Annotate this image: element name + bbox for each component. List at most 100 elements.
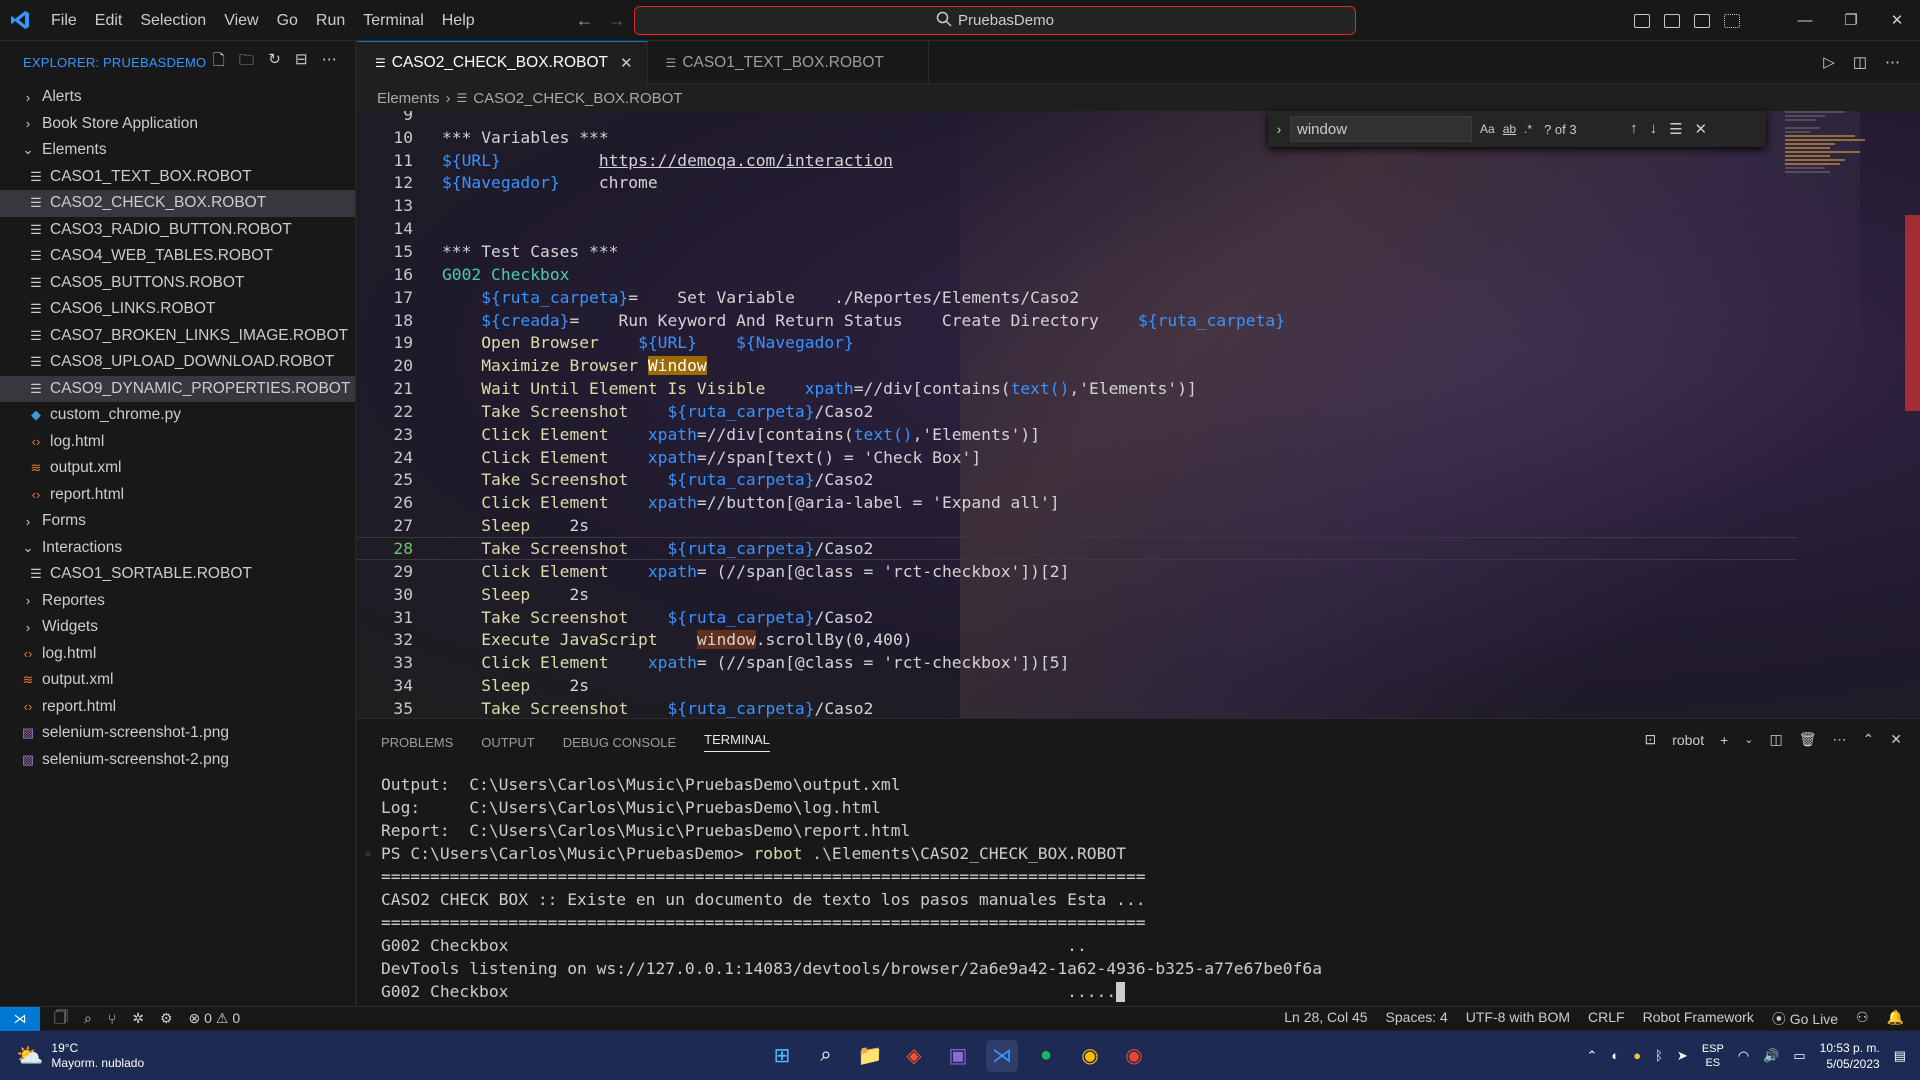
vscode-taskbar-icon[interactable]: ⋊ xyxy=(986,1039,1018,1072)
code-line[interactable]: 15 *** Test Cases *** xyxy=(357,240,1797,263)
tab-terminal[interactable]: TERMINAL xyxy=(704,732,770,752)
new-file-icon[interactable]: 🗋 xyxy=(213,50,225,75)
folder-item[interactable]: › Widgets xyxy=(0,614,355,641)
file-item[interactable]: ☰ CASO6_LINKS.ROBOT xyxy=(0,296,355,323)
tab-caso2-check-box[interactable]: ☰ CASO2_CHECK_BOX.ROBOT ✕ xyxy=(357,41,648,84)
file-item[interactable]: ☰ CASO9_DYNAMIC_PROPERTIES.ROBOT xyxy=(0,375,355,402)
tab-output[interactable]: OUTPUT xyxy=(481,735,534,750)
folder-item[interactable]: › Alerts xyxy=(0,84,355,111)
code-line[interactable]: 35 Take Screenshot ${ruta_carpeta}/Caso2 xyxy=(357,697,1797,718)
file-item[interactable]: ‹› log.html xyxy=(0,429,355,456)
back-arrow-icon[interactable]: ← xyxy=(576,10,594,31)
find-in-selection-icon[interactable]: ☰ xyxy=(1669,120,1682,138)
bluetooth-icon[interactable]: ᛒ xyxy=(1655,1048,1663,1063)
file-item[interactable]: ‹› log.html xyxy=(0,641,355,668)
toggle-sidebar-icon[interactable] xyxy=(1634,13,1650,28)
folder-item[interactable]: › Book Store Application xyxy=(0,111,355,138)
spotify-icon[interactable]: ● xyxy=(1030,1040,1062,1072)
notification-center-icon[interactable]: ▤ xyxy=(1894,1048,1906,1064)
chrome-icon[interactable]: ◉ xyxy=(1074,1040,1106,1072)
tray-app-icon[interactable]: ◐ xyxy=(1611,1048,1619,1063)
menu-help[interactable]: Help xyxy=(433,0,484,41)
file-item[interactable]: ☰ CASO1_SORTABLE.ROBOT xyxy=(0,561,355,588)
weather-widget[interactable]: ⛅ 19°C Mayorm. nublado xyxy=(0,1041,144,1071)
file-item[interactable]: ☰ CASO4_WEB_TABLES.ROBOT xyxy=(0,243,355,270)
scrollbar-thumb[interactable] xyxy=(1905,215,1920,411)
more-actions-icon[interactable]: ⋯ xyxy=(322,50,337,75)
new-folder-icon[interactable]: 🗀 xyxy=(239,50,254,75)
refresh-icon[interactable]: ↻ xyxy=(268,50,281,75)
language-indicator[interactable]: ESP ES xyxy=(1702,1042,1724,1070)
folder-item[interactable]: ⌄ Elements xyxy=(0,137,355,164)
menu-file[interactable]: File xyxy=(42,0,86,41)
code-line[interactable]: 18 ${creada}= Run Keyword And Return Sta… xyxy=(357,309,1797,332)
menu-run[interactable]: Run xyxy=(307,0,354,41)
cursor-position[interactable]: Ln 28, Col 45 xyxy=(1284,1009,1367,1029)
code-line[interactable]: 11 ${URL} https://demoqa.com/interaction xyxy=(357,149,1797,172)
file-item[interactable]: ☰ CASO3_RADIO_BUTTON.ROBOT xyxy=(0,217,355,244)
chevron-down-icon[interactable]: ⌄ xyxy=(1744,733,1753,746)
wifi-icon[interactable]: ◠ xyxy=(1738,1048,1749,1064)
code-line[interactable]: 17 ${ruta_carpeta}= Set Variable ./Repor… xyxy=(357,286,1797,309)
code-line[interactable]: 13 xyxy=(357,194,1797,217)
file-explorer-icon[interactable]: 📁 xyxy=(854,1040,886,1072)
extensions-icon[interactable]: ⚙ xyxy=(160,1010,173,1027)
language-mode[interactable]: Robot Framework xyxy=(1643,1009,1754,1029)
brave-browser-icon[interactable]: ◈ xyxy=(898,1040,930,1072)
breadcrumb-file[interactable]: CASO2_CHECK_BOX.ROBOT xyxy=(473,90,682,107)
menu-edit[interactable]: Edit xyxy=(86,0,132,41)
find-input[interactable]: window xyxy=(1290,116,1472,142)
terminal-name[interactable]: robot xyxy=(1672,732,1704,748)
vscode-logo-icon[interactable] xyxy=(0,0,40,41)
file-item[interactable]: ☰ CASO5_BUTTONS.ROBOT xyxy=(0,270,355,297)
close-window-icon[interactable]: ✕ xyxy=(1874,0,1920,41)
volume-icon[interactable]: 🔊 xyxy=(1763,1048,1779,1064)
code-line[interactable]: 12 ${Navegador} chrome xyxy=(357,172,1797,195)
search-icon[interactable]: ⌕ xyxy=(810,1040,842,1072)
previous-match-icon[interactable]: ↑ xyxy=(1630,120,1638,138)
match-whole-word-icon[interactable]: ab xyxy=(1503,122,1516,136)
tab-problems[interactable]: PROBLEMS xyxy=(381,735,453,750)
problems-indicator[interactable]: ⊗ 0 ⚠ 0 xyxy=(189,1010,241,1027)
search-icon[interactable]: ⌕ xyxy=(84,1010,92,1027)
battery-icon[interactable]: ▭ xyxy=(1793,1048,1805,1064)
end-of-line[interactable]: CRLF xyxy=(1588,1009,1625,1029)
code-line[interactable]: 24 Click Element xpath=//span[text() = '… xyxy=(357,446,1797,469)
collapse-all-icon[interactable]: ⊟ xyxy=(295,50,308,75)
maximize-panel-icon[interactable]: ⌃ xyxy=(1863,731,1875,748)
file-item[interactable]: ▨ selenium-screenshot-2.png xyxy=(0,747,355,774)
code-line[interactable]: 20 Maximize Browser Window xyxy=(357,354,1797,377)
forward-arrow-icon[interactable]: → xyxy=(608,10,626,31)
file-item[interactable]: ‹› report.html xyxy=(0,482,355,509)
encoding[interactable]: UTF-8 with BOM xyxy=(1466,1009,1570,1029)
file-item[interactable]: ☰ CASO2_CHECK_BOX.ROBOT xyxy=(0,190,355,217)
go-live-button[interactable]: ⦿ Go Live xyxy=(1772,1009,1838,1029)
chrome-icon-2[interactable]: ◉ xyxy=(1118,1040,1150,1072)
run-icon[interactable]: ▷ xyxy=(1823,53,1835,71)
folder-item[interactable]: › Reportes xyxy=(0,588,355,615)
code-line[interactable]: 26 Click Element xpath=//button[@aria-la… xyxy=(357,491,1797,514)
code-line[interactable]: 27 Sleep 2s xyxy=(357,514,1797,537)
chevron-up-icon[interactable]: ⌃ xyxy=(1586,1048,1597,1064)
indentation[interactable]: Spaces: 4 xyxy=(1386,1009,1448,1029)
code-line[interactable]: 31 Take Screenshot ${ruta_carpeta}/Caso2 xyxy=(357,606,1797,629)
code-line[interactable]: 21 Wait Until Element Is Visible xpath=/… xyxy=(357,377,1797,400)
tab-caso1-text-box[interactable]: ☰ CASO1_TEXT_BOX.ROBOT xyxy=(648,41,929,84)
toggle-replace-icon[interactable]: › xyxy=(1268,121,1290,137)
command-center-search[interactable]: PruebasDemo xyxy=(634,6,1356,35)
file-item[interactable]: ▨ selenium-screenshot-1.png xyxy=(0,720,355,747)
file-item[interactable]: ≋ output.xml xyxy=(0,667,355,694)
close-panel-icon[interactable]: ✕ xyxy=(1890,731,1902,748)
code-line[interactable]: 16 G002 Checkbox xyxy=(357,263,1797,286)
menu-go[interactable]: Go xyxy=(268,0,307,41)
code-line[interactable]: 19 Open Browser ${URL} ${Navegador} xyxy=(357,332,1797,355)
more-actions-icon[interactable]: ⋯ xyxy=(1833,731,1847,748)
split-terminal-icon[interactable]: ◫ xyxy=(1770,731,1783,748)
file-item[interactable]: ☰ CASO1_TEXT_BOX.ROBOT xyxy=(0,164,355,191)
file-item[interactable]: ☰ CASO7_BROKEN_LINKS_IMAGE.ROBOT xyxy=(0,323,355,350)
split-editor-icon[interactable]: ◫ xyxy=(1853,53,1867,71)
code-line[interactable]: 14 xyxy=(357,217,1797,240)
code-line[interactable]: 22 Take Screenshot ${ruta_carpeta}/Caso2 xyxy=(357,400,1797,423)
menu-terminal[interactable]: Terminal xyxy=(354,0,432,41)
code-line[interactable]: 29 Click Element xpath= (//span[@class =… xyxy=(357,560,1797,583)
